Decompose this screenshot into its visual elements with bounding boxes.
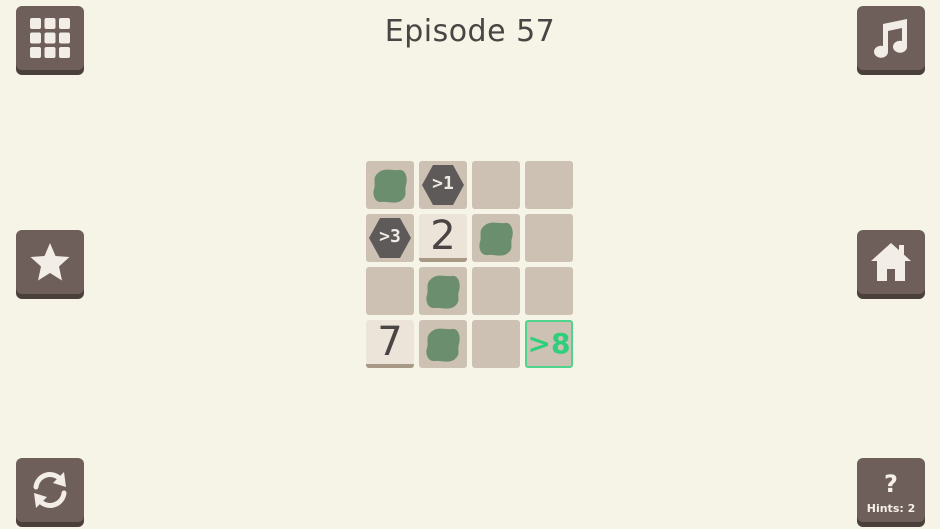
board-cell-number[interactable]: 2	[419, 214, 467, 262]
music-button[interactable]	[857, 6, 925, 70]
blob-icon	[426, 328, 460, 362]
board-cell-empty[interactable]	[472, 161, 520, 209]
home-icon	[871, 243, 911, 281]
board-cell-blob[interactable]	[366, 161, 414, 209]
board-cell-empty[interactable]	[525, 267, 573, 315]
star-button[interactable]	[16, 230, 84, 294]
board-cell-number[interactable]: 7	[366, 320, 414, 368]
board-cell-empty[interactable]	[525, 161, 573, 209]
hexagon-constraint-label: >3	[379, 226, 401, 247]
puzzle-board: >1 >3 2 7 >8	[366, 161, 574, 369]
blob-icon	[426, 275, 460, 309]
episode-title: Episode 57	[384, 14, 556, 49]
board-cell-empty[interactable]	[472, 320, 520, 368]
home-button[interactable]	[857, 230, 925, 294]
board-cell-blob[interactable]	[472, 214, 520, 262]
goal-constraint-label: >8	[527, 327, 571, 360]
blob-icon	[479, 222, 513, 256]
star-icon	[30, 243, 70, 281]
board-cell-blob[interactable]	[419, 320, 467, 368]
board-cell-empty[interactable]	[472, 267, 520, 315]
board-cell-hexagon[interactable]: >1	[419, 161, 467, 209]
restart-icon	[33, 472, 67, 508]
restart-button[interactable]	[16, 458, 84, 522]
hints-remaining-label: Hints: 2	[866, 501, 916, 515]
grid-icon	[30, 18, 70, 58]
level-select-button[interactable]	[16, 6, 84, 70]
music-note-icon	[874, 19, 907, 58]
cell-number-label: 2	[430, 213, 456, 259]
hint-button[interactable]: ? Hints: 2	[857, 458, 925, 522]
blob-icon	[373, 169, 407, 203]
cell-number-label: 7	[377, 319, 403, 365]
question-mark-icon: ?	[884, 469, 898, 498]
board-cell-goal[interactable]: >8	[525, 320, 573, 368]
board-cell-blob[interactable]	[419, 267, 467, 315]
board-cell-empty[interactable]	[525, 214, 573, 262]
hexagon-constraint-label: >1	[432, 173, 454, 194]
board-cell-hexagon[interactable]: >3	[366, 214, 414, 262]
board-cell-empty[interactable]	[366, 267, 414, 315]
